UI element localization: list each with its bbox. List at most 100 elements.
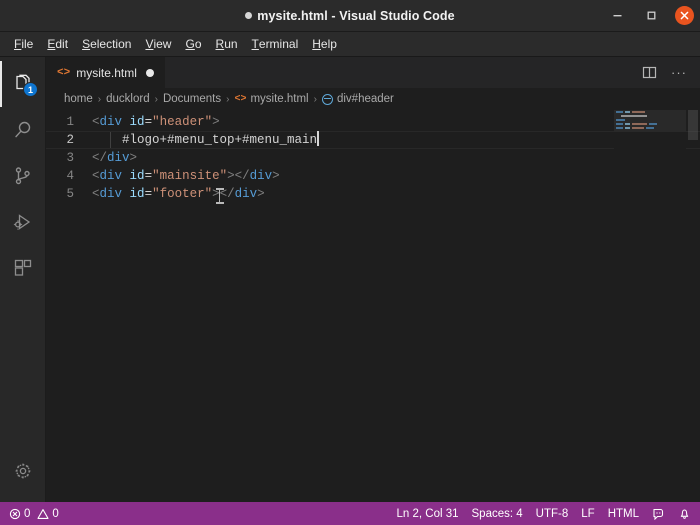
search-icon bbox=[12, 119, 34, 141]
breadcrumb-home-label: home bbox=[64, 93, 93, 105]
token: > bbox=[212, 115, 220, 129]
minimap-token bbox=[632, 111, 645, 113]
sidebar-item-extensions[interactable] bbox=[0, 245, 45, 291]
minimap[interactable] bbox=[614, 110, 686, 502]
minimap-token bbox=[616, 119, 625, 121]
close-button[interactable] bbox=[675, 6, 694, 25]
title-bar: mysite.html - Visual Studio Code bbox=[0, 0, 700, 32]
breadcrumb-item-home[interactable]: home bbox=[64, 93, 93, 105]
menu-bar: File Edit Selection View Go Run Terminal… bbox=[0, 32, 700, 57]
smiley-feedback-icon bbox=[652, 507, 665, 520]
menu-terminal-mnemonic: T bbox=[251, 37, 259, 51]
menu-run[interactable]: Run bbox=[209, 32, 245, 56]
split-editor-icon bbox=[642, 65, 657, 80]
breadcrumb-separator-icon: › bbox=[97, 93, 102, 105]
line-content: <div id="footer"></div> bbox=[92, 185, 265, 204]
status-cursor-position[interactable]: Ln 2, Col 31 bbox=[397, 508, 459, 520]
ellipsis-icon: ··· bbox=[671, 64, 687, 80]
token: div bbox=[99, 169, 123, 183]
token: id bbox=[129, 187, 145, 201]
error-icon bbox=[9, 508, 21, 520]
menu-file[interactable]: File bbox=[7, 32, 40, 56]
menu-help-label: elp bbox=[320, 37, 337, 51]
sidebar-item-search[interactable] bbox=[0, 107, 45, 153]
line-number: 5 bbox=[66, 187, 74, 201]
tab-label: mysite.html bbox=[76, 65, 137, 80]
line-number: 1 bbox=[66, 115, 74, 129]
token: = bbox=[144, 169, 153, 183]
breadcrumb-item-ducklord[interactable]: ducklord bbox=[106, 93, 149, 105]
status-problems[interactable]: 0 0 bbox=[9, 508, 59, 520]
code-editor[interactable]: 1 <div id="header"> 2 #logo+#menu_top+#m… bbox=[46, 110, 700, 502]
token: < bbox=[92, 115, 100, 129]
code-line[interactable]: 3 </div> bbox=[46, 149, 700, 167]
line-number: 2 bbox=[66, 133, 74, 147]
menu-view-label: iew bbox=[153, 37, 172, 51]
scrollbar-thumb[interactable] bbox=[688, 110, 698, 140]
code-line[interactable]: 1 <div id="header"> bbox=[46, 113, 700, 131]
menu-view[interactable]: View bbox=[138, 32, 178, 56]
menu-terminal[interactable]: Terminal bbox=[245, 32, 306, 56]
source-control-branch-icon bbox=[12, 165, 34, 187]
sidebar-item-source-control[interactable] bbox=[0, 153, 45, 199]
more-actions-button[interactable]: ··· bbox=[666, 60, 692, 86]
token: < bbox=[92, 187, 100, 201]
tab-dirty-indicator-icon[interactable] bbox=[145, 68, 154, 77]
line-number: 4 bbox=[66, 169, 74, 183]
status-notifications-button[interactable] bbox=[678, 507, 691, 520]
status-feedback-button[interactable] bbox=[652, 507, 665, 520]
maximize-button[interactable] bbox=[641, 6, 661, 26]
line-number: 3 bbox=[66, 151, 74, 165]
breadcrumb-symbol-label: div#header bbox=[336, 93, 394, 105]
status-indentation[interactable]: Spaces: 4 bbox=[472, 508, 523, 520]
menu-file-label: ile bbox=[21, 37, 34, 51]
breadcrumb-separator-icon: › bbox=[313, 93, 317, 105]
status-bar-left: 0 0 bbox=[9, 508, 59, 520]
status-eol[interactable]: LF bbox=[581, 508, 594, 520]
token: div bbox=[99, 115, 123, 129]
manage-settings-button[interactable] bbox=[0, 448, 45, 494]
tabs-empty-space bbox=[165, 57, 636, 88]
menu-help[interactable]: Help bbox=[305, 32, 344, 56]
status-bar: 0 0 Ln 2, Col 31 Spaces: 4 UTF-8 LF HTML bbox=[0, 502, 700, 525]
minimap-token bbox=[649, 123, 657, 125]
token: > bbox=[272, 169, 280, 183]
html-file-icon: <> bbox=[234, 93, 247, 105]
code-lines: 1 <div id="header"> 2 #logo+#menu_top+#m… bbox=[46, 113, 700, 204]
warning-count: 0 bbox=[52, 507, 59, 520]
token: "footer" bbox=[152, 187, 213, 201]
line-content: <div id="header"> bbox=[92, 113, 220, 131]
status-encoding[interactable]: UTF-8 bbox=[536, 508, 569, 520]
run-debug-icon bbox=[12, 211, 34, 233]
breadcrumb-item-file[interactable]: <> mysite.html bbox=[234, 93, 308, 105]
code-line[interactable]: 5 <div id="footer"></div> bbox=[46, 185, 700, 204]
menu-edit[interactable]: Edit bbox=[40, 32, 75, 56]
token: id bbox=[129, 115, 145, 129]
minimize-button[interactable] bbox=[607, 6, 627, 26]
menu-view-mnemonic: V bbox=[145, 37, 154, 51]
editor-actions: ··· bbox=[636, 57, 700, 88]
breadcrumb-item-documents[interactable]: Documents bbox=[163, 93, 221, 105]
token: > bbox=[257, 187, 265, 201]
editor-group: <> mysite.html ··· home › ducklord › Doc… bbox=[46, 57, 700, 502]
menu-terminal-label: erminal bbox=[258, 37, 299, 51]
tab-mysite-html[interactable]: <> mysite.html bbox=[46, 57, 166, 88]
sidebar-item-run-and-debug[interactable] bbox=[0, 199, 45, 245]
token: "mainsite" bbox=[152, 169, 228, 183]
split-editor-right-button[interactable] bbox=[636, 60, 662, 86]
menu-go[interactable]: Go bbox=[178, 32, 208, 56]
window-title-text: mysite.html - Visual Studio Code bbox=[257, 8, 455, 23]
code-line-active[interactable]: 2 #logo+#menu_top+#menu_main bbox=[46, 131, 700, 149]
minimap-token bbox=[616, 123, 623, 125]
menu-selection[interactable]: Selection bbox=[75, 32, 138, 56]
code-line[interactable]: 4 <div id="mainsite"></div> bbox=[46, 167, 700, 185]
editor-vertical-scrollbar[interactable] bbox=[686, 110, 700, 502]
breadcrumb-item-symbol[interactable]: div#header bbox=[321, 93, 394, 105]
status-language-mode[interactable]: HTML bbox=[608, 508, 639, 520]
line-content: </div> bbox=[92, 149, 137, 167]
window-title: mysite.html - Visual Studio Code bbox=[0, 9, 700, 23]
sidebar-item-explorer[interactable]: 1 bbox=[0, 61, 45, 107]
breadcrumb-ducklord-label: ducklord bbox=[106, 93, 150, 105]
